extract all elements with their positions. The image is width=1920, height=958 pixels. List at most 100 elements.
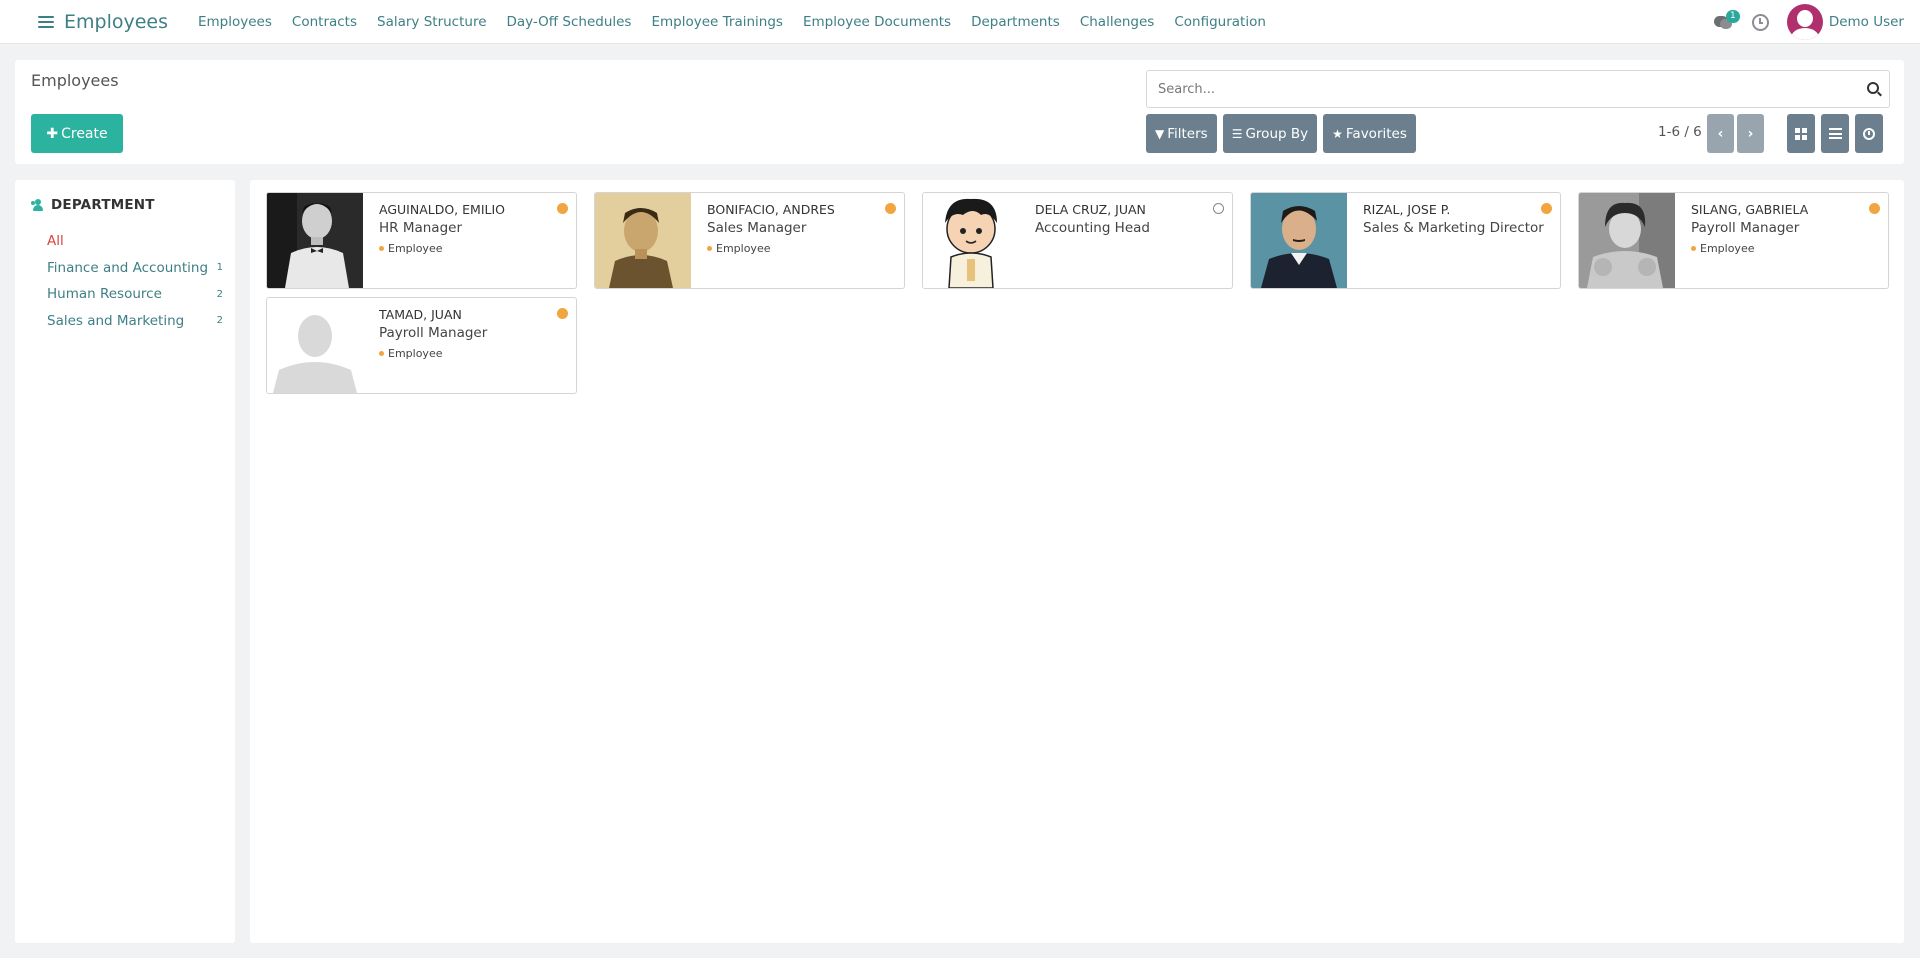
employee-card[interactable]: SILANG, GABRIELA Payroll Manager Employe… bbox=[1578, 192, 1889, 289]
employee-photo bbox=[1579, 193, 1675, 288]
pager-value[interactable]: 1-6 / 6 bbox=[1658, 124, 1702, 140]
group-by-button-label: Group By bbox=[1245, 125, 1309, 142]
nav-employee-documents[interactable]: Employee Documents bbox=[803, 14, 951, 30]
sidebar-item-label: Finance and Accounting bbox=[47, 259, 209, 276]
star-icon: ★ bbox=[1332, 126, 1343, 141]
messages-count-badge: 1 bbox=[1725, 10, 1740, 23]
employee-name: AGUINALDO, EMILIO bbox=[379, 202, 505, 217]
kanban-view: AGUINALDO, EMILIO HR Manager Employee BO… bbox=[250, 180, 1904, 943]
tag-dot-icon bbox=[1691, 246, 1696, 251]
tag-dot-icon bbox=[379, 246, 384, 251]
sidebar-item-all[interactable]: All bbox=[47, 228, 223, 255]
sidebar-item-sales-and-marketing[interactable]: Sales and Marketing 2 bbox=[47, 308, 223, 335]
employee-tag-label: Employee bbox=[1700, 242, 1755, 255]
clock-icon bbox=[1863, 127, 1875, 140]
employee-card[interactable]: AGUINALDO, EMILIO HR Manager Employee bbox=[266, 192, 577, 289]
chevron-right-icon: › bbox=[1747, 125, 1754, 142]
employee-tag: Employee bbox=[707, 242, 894, 255]
filter-icon: ▼ bbox=[1155, 126, 1165, 141]
sidebar-item-finance-and-accounting[interactable]: Finance and Accounting 1 bbox=[47, 255, 223, 282]
employee-tag: Employee bbox=[379, 242, 566, 255]
chevron-left-icon: ‹ bbox=[1717, 125, 1724, 142]
employee-photo bbox=[595, 193, 691, 288]
employee-name: DELA CRUZ, JUAN bbox=[1035, 202, 1146, 217]
employee-name: BONIFACIO, ANDRES bbox=[707, 202, 835, 217]
top-navbar: Employees Employees Contracts Salary Str… bbox=[0, 0, 1920, 44]
sidebar-item-label: All bbox=[47, 233, 64, 250]
create-button-label: Create bbox=[61, 125, 108, 142]
user-avatar[interactable] bbox=[1786, 4, 1823, 40]
pager-next-button[interactable]: › bbox=[1737, 114, 1764, 153]
kanban-icon bbox=[1795, 127, 1807, 140]
search-options: ▼ Filters ☰ Group By ★ Favorites bbox=[1146, 114, 1422, 153]
messages-icon[interactable]: 1 bbox=[1713, 10, 1740, 30]
employee-photo-placeholder bbox=[267, 298, 363, 393]
employee-card[interactable]: RIZAL, JOSE P. Sales & Marketing Directo… bbox=[1250, 192, 1561, 289]
employee-photo bbox=[267, 193, 363, 288]
employee-tag-label: Employee bbox=[388, 347, 443, 360]
department-sidebar: DEPARTMENT All Finance and Accounting 1 … bbox=[15, 180, 235, 943]
nav-configuration[interactable]: Configuration bbox=[1174, 14, 1266, 30]
sidebar-item-count: 2 bbox=[216, 288, 223, 300]
employee-card[interactable]: BONIFACIO, ANDRES Sales Manager Employee bbox=[594, 192, 905, 289]
favorites-button-label: Favorites bbox=[1345, 125, 1407, 142]
sidebar-item-label: Human Resource bbox=[47, 286, 162, 303]
employee-name: TAMAD, JUAN bbox=[379, 307, 462, 322]
user-name[interactable]: Demo User bbox=[1829, 14, 1904, 30]
filters-button-label: Filters bbox=[1167, 125, 1208, 142]
hamburger-menu-icon[interactable] bbox=[38, 15, 54, 29]
search-box bbox=[1146, 70, 1890, 108]
sidebar-item-human-resource[interactable]: Human Resource 2 bbox=[47, 281, 223, 308]
list-view-button[interactable] bbox=[1821, 114, 1849, 153]
activity-view-button[interactable] bbox=[1855, 114, 1883, 153]
employee-name: SILANG, GABRIELA bbox=[1691, 202, 1809, 217]
employee-tag-label: Employee bbox=[716, 242, 771, 255]
tag-dot-icon bbox=[707, 246, 712, 251]
search-icon[interactable] bbox=[1867, 82, 1879, 94]
nav-day-off-schedules[interactable]: Day-Off Schedules bbox=[507, 14, 632, 30]
nav-employee-trainings[interactable]: Employee Trainings bbox=[651, 14, 782, 30]
users-icon bbox=[31, 199, 46, 211]
pager-previous-button[interactable]: ‹ bbox=[1707, 114, 1734, 153]
navbar-right: 1 Demo User bbox=[1713, 0, 1904, 44]
sidebar-header: DEPARTMENT bbox=[31, 197, 155, 213]
group-by-button[interactable]: ☰ Group By bbox=[1222, 114, 1318, 153]
employee-photo bbox=[1251, 193, 1347, 288]
employee-card[interactable]: TAMAD, JUAN Payroll Manager Employee bbox=[266, 297, 577, 394]
sidebar-item-count: 2 bbox=[216, 315, 223, 327]
bars-icon: ☰ bbox=[1231, 126, 1243, 141]
nav-challenges[interactable]: Challenges bbox=[1080, 14, 1155, 30]
main-nav: Employees Contracts Salary Structure Day… bbox=[198, 14, 1286, 30]
activities-clock-icon[interactable] bbox=[1751, 13, 1769, 31]
sidebar-title: DEPARTMENT bbox=[51, 197, 155, 213]
employee-job-title: Payroll Manager bbox=[379, 325, 488, 341]
employee-job-title: Sales Manager bbox=[707, 220, 807, 236]
employee-photo bbox=[923, 193, 1019, 288]
favorites-button[interactable]: ★ Favorites bbox=[1323, 114, 1416, 153]
search-input[interactable] bbox=[1147, 71, 1847, 107]
employee-tag: Employee bbox=[1691, 242, 1878, 255]
employee-job-title: Sales & Marketing Director bbox=[1363, 220, 1544, 236]
create-button[interactable]: ✚ Create bbox=[31, 114, 123, 153]
employee-job-title: Payroll Manager bbox=[1691, 220, 1800, 236]
nav-contracts[interactable]: Contracts bbox=[292, 14, 357, 30]
tag-dot-icon bbox=[379, 351, 384, 356]
employee-tag-label: Employee bbox=[388, 242, 443, 255]
list-icon bbox=[1828, 128, 1842, 139]
nav-departments[interactable]: Departments bbox=[971, 14, 1060, 30]
sidebar-item-label: Sales and Marketing bbox=[47, 312, 185, 329]
employee-card[interactable]: DELA CRUZ, JUAN Accounting Head bbox=[922, 192, 1233, 289]
department-list: All Finance and Accounting 1 Human Resou… bbox=[47, 228, 223, 334]
employee-name: RIZAL, JOSE P. bbox=[1363, 202, 1451, 217]
plus-icon: ✚ bbox=[46, 125, 59, 142]
nav-employees[interactable]: Employees bbox=[198, 14, 272, 30]
control-panel: Employees ✚ Create ▼ Filters ☰ Group By … bbox=[15, 60, 1904, 164]
employee-tag: Employee bbox=[379, 347, 566, 360]
employee-job-title: Accounting Head bbox=[1035, 220, 1150, 236]
nav-salary-structure[interactable]: Salary Structure bbox=[377, 14, 487, 30]
sidebar-item-count: 1 bbox=[216, 262, 223, 274]
app-title[interactable]: Employees bbox=[64, 11, 168, 33]
kanban-view-button[interactable] bbox=[1787, 114, 1815, 153]
breadcrumb: Employees bbox=[31, 71, 119, 90]
filters-button[interactable]: ▼ Filters bbox=[1146, 114, 1217, 153]
